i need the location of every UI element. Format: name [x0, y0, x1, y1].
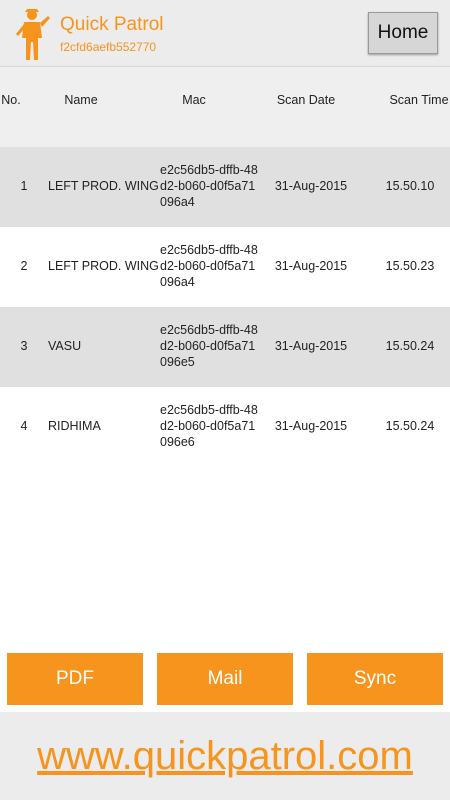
row-scan-time: 15.50.10	[385, 179, 435, 193]
mail-button[interactable]: Mail	[157, 653, 293, 705]
row-mac: e2c56db5-dffb-48d2-b060-d0f5a71096e5	[160, 323, 258, 369]
column-header-no: No.	[1, 93, 21, 107]
column-header-scan-date: Scan Date	[276, 93, 336, 107]
row-name: LEFT PROD. WING	[48, 259, 159, 273]
table-row[interactable]: 3 VASU e2c56db5-dffb-48d2-b060-d0f5a7109…	[0, 307, 450, 387]
security-guard-icon	[16, 9, 50, 60]
app-title: Quick Patrol	[60, 14, 164, 35]
row-number: 2	[20, 259, 28, 273]
sync-button[interactable]: Sync	[307, 653, 443, 705]
website-link[interactable]: www.quickpatrol.com	[0, 734, 450, 779]
row-name: VASU	[48, 339, 82, 353]
table-header	[0, 67, 450, 147]
home-button[interactable]: Home	[368, 12, 438, 54]
row-scan-time: 15.50.24	[385, 419, 435, 433]
row-scan-time: 15.50.24	[385, 339, 435, 353]
row-mac: e2c56db5-dffb-48d2-b060-d0f5a71096e6	[160, 403, 258, 449]
row-name: LEFT PROD. WING	[48, 179, 159, 193]
row-scan-date: 31-Aug-2015	[274, 259, 348, 273]
device-id: f2cfd6aefb552770	[60, 40, 157, 54]
table-row[interactable]: 4 RIDHIMA e2c56db5-dffb-48d2-b060-d0f5a7…	[0, 387, 450, 467]
row-number: 4	[20, 419, 28, 433]
row-number: 1	[20, 179, 28, 193]
column-header-scan-time: Scan Time	[389, 93, 449, 107]
footer: www.quickpatrol.com	[0, 712, 450, 800]
row-number: 3	[20, 339, 28, 353]
column-header-name: Name	[64, 93, 98, 107]
row-scan-date: 31-Aug-2015	[274, 419, 348, 433]
table-row[interactable]: 2 LEFT PROD. WING e2c56db5-dffb-48d2-b06…	[0, 227, 450, 307]
row-mac: e2c56db5-dffb-48d2-b060-d0f5a71096a4	[160, 243, 258, 289]
pdf-button[interactable]: PDF	[7, 653, 143, 705]
column-header-mac: Mac	[182, 93, 206, 107]
row-scan-date: 31-Aug-2015	[274, 339, 348, 353]
row-scan-date: 31-Aug-2015	[274, 179, 348, 193]
row-mac: e2c56db5-dffb-48d2-b060-d0f5a71096a4	[160, 163, 258, 209]
row-scan-time: 15.50.23	[385, 259, 435, 273]
app-header: Quick Patrol f2cfd6aefb552770 Home	[0, 0, 450, 67]
table-row[interactable]: 1 LEFT PROD. WING e2c56db5-dffb-48d2-b06…	[0, 147, 450, 227]
row-name: RIDHIMA	[48, 419, 101, 433]
